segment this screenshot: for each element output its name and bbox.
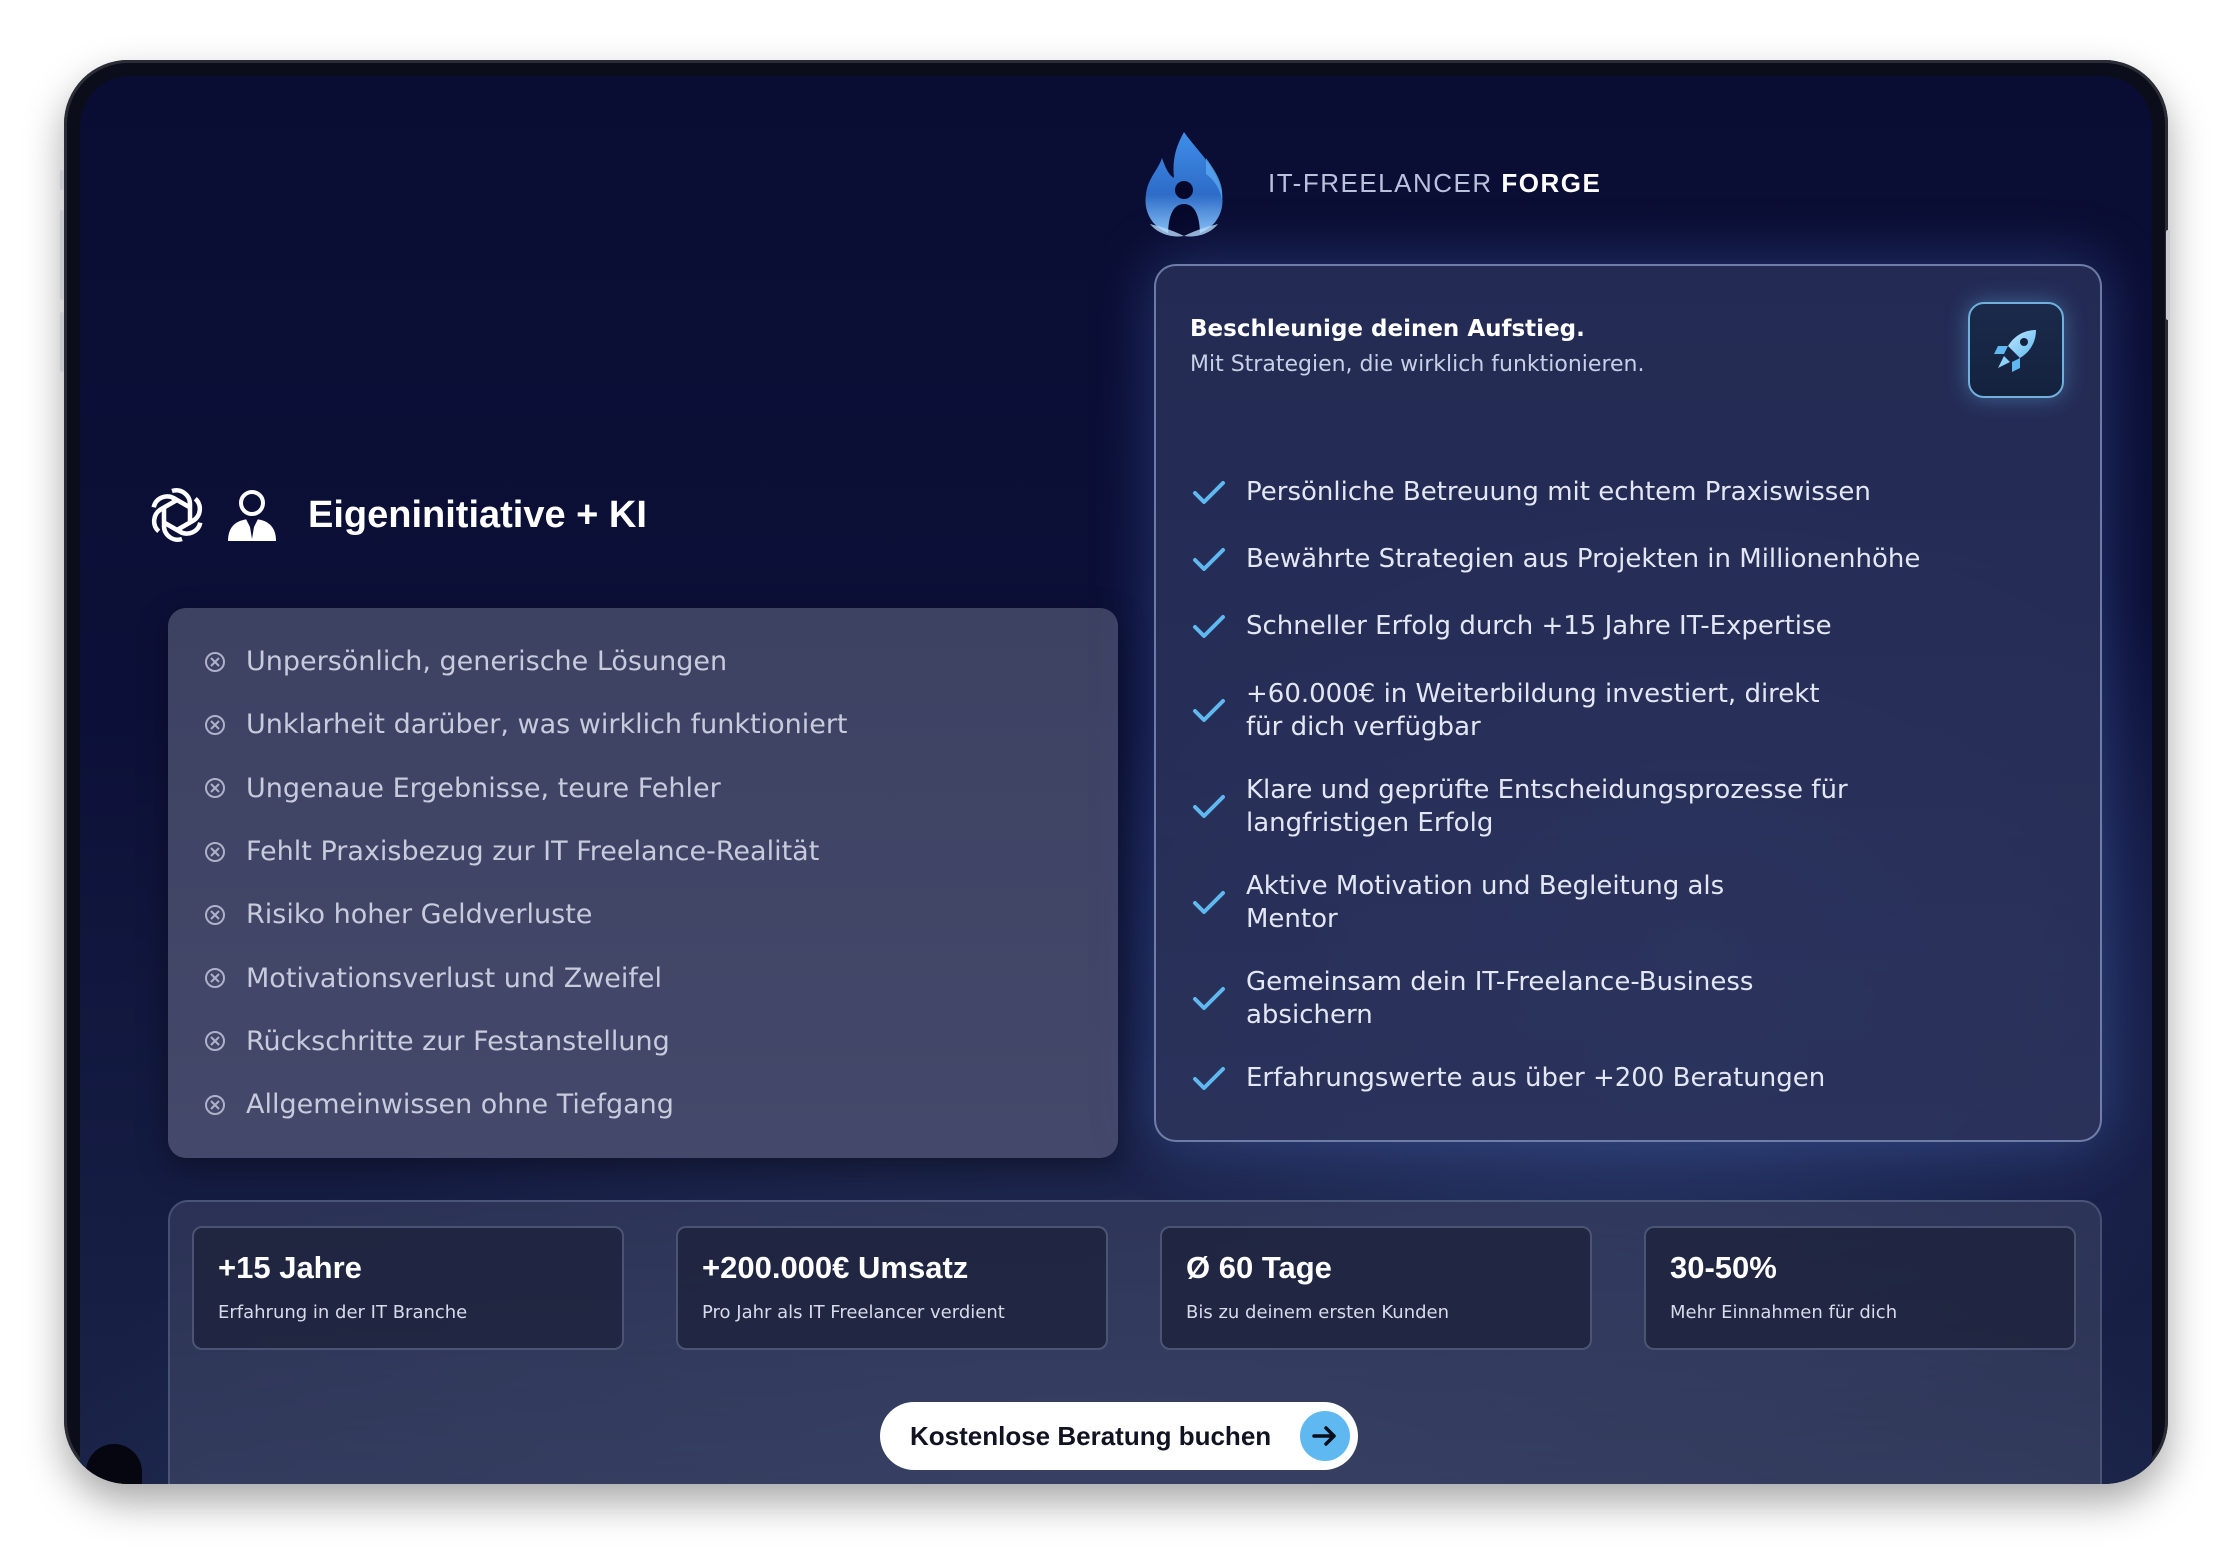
circle-x-icon (205, 778, 225, 799)
corner-decoration (86, 1444, 142, 1484)
flame-person-logo-icon (1145, 132, 1223, 237)
device-side-button (2166, 230, 2170, 320)
problems-list: Unpersönlich, generische Lösungen Unklar… (168, 608, 1118, 1136)
circle-x-icon (205, 904, 225, 925)
stat-value: +15 Jahre (218, 1250, 362, 1285)
benefits-title: Beschleunige deinen Aufstieg. (1190, 316, 1585, 342)
list-item: Erfahrungswerte aus über +200 Beratungen (1192, 1062, 1992, 1095)
left-heading: Eigeninitiative + KI (148, 486, 647, 544)
stat-value: 30-50% (1670, 1250, 1777, 1285)
circle-x-icon (205, 714, 225, 735)
benefit-line: Aktive Motivation und Begleitung als (1246, 871, 1725, 901)
brand-name-bold: FORGE (1501, 167, 1602, 198)
benefit-line: Klare und geprüfte Entscheidungsprozesse… (1246, 775, 1848, 805)
cta-label: Kostenlose Beratung buchen (910, 1420, 1272, 1451)
problem-text: Unklarheit darüber, was wirklich funktio… (246, 709, 848, 741)
openai-logo-icon (151, 488, 203, 542)
list-item: Rückschritte zur Festanstellung (204, 1010, 1118, 1073)
benefit-text: Gemeinsam dein IT-Freelance-Business absi… (1246, 966, 1753, 1032)
benefit-text: +60.000€ in Weiterbildung investiert, di… (1246, 678, 1820, 744)
benefit-text: Klare und geprüfte Entscheidungsprozesse… (1246, 774, 1848, 840)
stat-card: +200.000€ Umsatz Pro Jahr als IT Freelan… (676, 1226, 1108, 1350)
list-item: Risiko hoher Geldverluste (204, 883, 1118, 946)
benefit-line: Gemeinsam dein IT-Freelance-Business (1246, 967, 1754, 997)
benefit-line: langfristigen Erfolg (1246, 808, 1494, 838)
problem-text: Fehlt Praxisbezug zur IT Freelance-Reali… (246, 836, 820, 868)
list-item: Motivationsverlust und Zweifel (204, 946, 1118, 1009)
rocket-icon (1994, 330, 2036, 372)
brand: IT-FREELANCER FORGE (1136, 128, 1601, 238)
stat-card: +15 Jahre Erfahrung in der IT Branche (192, 1226, 624, 1350)
problem-text: Risiko hoher Geldverluste (246, 899, 593, 931)
left-heading-title: Eigeninitiative + KI (308, 493, 647, 536)
benefit-text: Persönliche Betreuung mit echtem Praxisw… (1246, 476, 1871, 509)
list-item: Aktive Motivation und Begleitung als Ment… (1192, 870, 1992, 936)
list-item: Ungenaue Ergebnisse, teure Fehler (204, 757, 1118, 820)
benefit-text: Bewährte Strategien aus Projekten in Mil… (1246, 543, 1920, 576)
list-item: Allgemeinwissen ohne Tiefgang (204, 1073, 1118, 1136)
circle-x-icon (205, 651, 225, 672)
benefit-line: Bewährte Strategien aus Projekten in Mil… (1246, 544, 1921, 574)
benefit-text: Aktive Motivation und Begleitung als Ment… (1246, 870, 1724, 936)
device-side-button (60, 210, 64, 300)
list-item: Gemeinsam dein IT-Freelance-Business absi… (1192, 966, 1992, 1032)
device-side-button (60, 170, 64, 190)
stat-card: Ø 60 Tage Bis zu deinem ersten Kunden (1160, 1226, 1592, 1350)
device-frame: IT-FREELANCER FORGE Eigeninitiative + KI… (64, 60, 2168, 1484)
arrow-right-icon (1300, 1411, 1350, 1461)
benefit-text: Schneller Erfolg durch +15 Jahre IT-Expe… (1246, 610, 1832, 643)
check-icon (1193, 987, 1225, 1010)
brand-name: IT-FREELANCER FORGE (1268, 167, 1602, 198)
problem-text: Motivationsverlust und Zweifel (246, 962, 663, 994)
list-item: Unpersönlich, generische Lösungen (204, 630, 1118, 693)
device-side-button (60, 312, 64, 372)
list-item: Unklarheit darüber, was wirklich funktio… (204, 693, 1118, 756)
problems-card: Unpersönlich, generische Lösungen Unklar… (168, 608, 1118, 1158)
check-icon (1193, 480, 1225, 504)
benefits-card: Beschleunige deinen Aufstieg. Mit Strate… (1154, 264, 2102, 1142)
list-item: Schneller Erfolg durch +15 Jahre IT-Expe… (1192, 610, 1992, 643)
stats-panel: +15 Jahre Erfahrung in der IT Branche +2… (168, 1200, 2102, 1484)
benefit-line: Persönliche Betreuung mit echtem Praxisw… (1246, 477, 1871, 507)
check-icon (1193, 699, 1225, 722)
list-item: +60.000€ in Weiterbildung investiert, di… (1192, 678, 1992, 744)
problem-text: Unpersönlich, generische Lösungen (246, 646, 728, 678)
check-icon (1193, 795, 1225, 818)
benefit-text: Erfahrungswerte aus über +200 Beratungen (1246, 1062, 1825, 1095)
problem-text: Rückschritte zur Festanstellung (246, 1025, 670, 1057)
screen: IT-FREELANCER FORGE Eigeninitiative + KI… (80, 76, 2152, 1484)
benefit-line: absichern (1246, 1000, 1373, 1030)
book-consultation-button[interactable]: Kostenlose Beratung buchen (880, 1402, 1358, 1470)
problem-text: Allgemeinwissen ohne Tiefgang (246, 1089, 674, 1121)
list-item: Fehlt Praxisbezug zur IT Freelance-Reali… (204, 820, 1118, 883)
check-icon (1193, 1066, 1225, 1090)
circle-x-icon (205, 841, 225, 862)
stat-label: Mehr Einnahmen für dich (1670, 1302, 1898, 1323)
check-icon (1193, 891, 1225, 914)
check-icon (1193, 614, 1225, 638)
stat-label: Erfahrung in der IT Branche (218, 1302, 468, 1323)
problem-text: Ungenaue Ergebnisse, teure Fehler (246, 772, 721, 804)
stat-card: 30-50% Mehr Einnahmen für dich (1644, 1226, 2076, 1350)
stat-label: Bis zu deinem ersten Kunden (1186, 1302, 1450, 1323)
stat-value: Ø 60 Tage (1186, 1250, 1332, 1285)
circle-x-icon (205, 968, 225, 989)
benefit-line: Schneller Erfolg durch +15 Jahre IT-Expe… (1246, 611, 1832, 641)
benefit-line: Mentor (1246, 904, 1338, 934)
list-item: Bewährte Strategien aus Projekten in Mil… (1192, 543, 1992, 576)
circle-x-icon (205, 1031, 225, 1052)
person-icon (228, 490, 276, 541)
benefits-subtitle: Mit Strategien, die wirklich funktionier… (1190, 352, 1645, 377)
circle-x-icon (205, 1094, 225, 1115)
list-item: Persönliche Betreuung mit echtem Praxisw… (1192, 476, 1992, 509)
list-item: Klare und geprüfte Entscheidungsprozesse… (1192, 774, 1992, 840)
stat-value: +200.000€ Umsatz (702, 1250, 969, 1285)
benefit-line: Erfahrungswerte aus über +200 Beratungen (1246, 1063, 1826, 1093)
rocket-badge (1968, 302, 2064, 398)
benefit-line: +60.000€ in Weiterbildung investiert, di… (1246, 679, 1820, 709)
benefit-line: für dich verfügbar (1246, 712, 1481, 742)
stat-label: Pro Jahr als IT Freelancer verdient (702, 1302, 1005, 1323)
check-icon (1193, 547, 1225, 571)
